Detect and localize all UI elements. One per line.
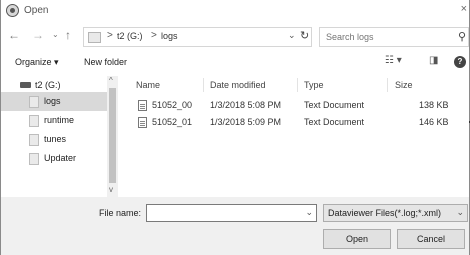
file-type-filter[interactable]: Dataviewer Files(*.log;*.xml) ⌄: [323, 204, 468, 222]
chevron-down-icon[interactable]: ⌄: [305, 207, 313, 218]
drive-icon: [20, 82, 31, 88]
tree-item-updater[interactable]: Updater: [1, 149, 107, 168]
tree-item-label: runtime: [44, 115, 75, 125]
nav-scrollbar[interactable]: ^ v: [107, 76, 118, 197]
help-icon[interactable]: ?: [454, 56, 466, 68]
file-type-filter-label: Dataviewer Files(*.log;*.xml): [328, 208, 442, 218]
column-divider[interactable]: [203, 78, 204, 92]
folder-icon: [29, 96, 39, 108]
tree-item-label: logs: [44, 96, 61, 106]
refresh-icon[interactable]: ↻: [300, 29, 309, 42]
window-title: Open: [24, 5, 49, 16]
text-document-icon: [138, 100, 147, 111]
breadcrumb-drive[interactable]: t2 (G:): [117, 31, 143, 41]
file-type: Text Document: [304, 117, 365, 127]
up-arrow-icon[interactable]: ↑: [65, 28, 71, 42]
breadcrumb-separator: >: [151, 30, 157, 41]
search-icon[interactable]: ⚲: [458, 30, 466, 43]
column-header-size[interactable]: Size: [395, 80, 413, 90]
app-icon: [6, 4, 19, 17]
folder-icon: [29, 134, 39, 146]
folder-icon: [29, 115, 39, 127]
file-size: 146 KB: [419, 117, 449, 127]
open-button[interactable]: Open: [323, 229, 391, 249]
file-modified: 1/3/2018 5:08 PM: [210, 100, 282, 110]
open-dialog: Open × ← → ⌄ ↑ > t2 (G:) > logs ⌄ ↻ ⚲ Or…: [0, 0, 470, 255]
tree-item-runtime[interactable]: runtime: [1, 111, 107, 130]
tree-item-label: Updater: [44, 153, 77, 163]
file-type: Text Document: [304, 100, 365, 110]
column-divider[interactable]: [387, 78, 388, 92]
breadcrumb-separator: >: [107, 30, 113, 41]
back-icon[interactable]: ←: [8, 28, 20, 42]
scroll-thumb[interactable]: [109, 88, 116, 183]
address-dropdown-icon[interactable]: ⌄: [288, 30, 296, 41]
chevron-down-icon[interactable]: ⌄: [456, 207, 464, 218]
tree-item-label: tunes: [44, 134, 67, 144]
tree-item-tunes[interactable]: tunes: [1, 130, 107, 149]
file-name-label: File name:: [99, 208, 142, 218]
file-name-input[interactable]: [149, 206, 299, 220]
scroll-down-icon[interactable]: v: [109, 185, 113, 194]
file-list: Name Date modified Type Size 51052_00 1/…: [119, 76, 469, 197]
folder-icon: [88, 32, 101, 43]
close-icon[interactable]: ×: [461, 3, 467, 15]
navigation-pane: t2 (G:) logs runtime tunes Updater ^ v: [1, 76, 119, 197]
cancel-button[interactable]: Cancel: [397, 229, 465, 249]
title-bar: Open ×: [1, 0, 469, 22]
file-name: 51052_00: [152, 100, 193, 110]
forward-icon[interactable]: →: [32, 28, 44, 42]
text-document-icon: [138, 117, 147, 128]
file-row[interactable]: 51052_00 1/3/2018 5:08 PM Text Document …: [119, 99, 469, 113]
file-size: 138 KB: [419, 100, 449, 110]
file-modified: 1/3/2018 5:09 PM: [210, 117, 282, 127]
search-input[interactable]: [326, 30, 444, 44]
address-row: ← → ⌄ ↑ > t2 (G:) > logs ⌄ ↻ ⚲: [1, 24, 469, 50]
preview-pane-icon[interactable]: ◨: [429, 55, 438, 66]
tree-item-label: t2 (G:): [35, 80, 61, 90]
view-options-icon[interactable]: ☷ ▾: [385, 55, 402, 66]
breadcrumb-logs[interactable]: logs: [161, 31, 178, 41]
column-divider[interactable]: [297, 78, 298, 92]
column-header-date[interactable]: Date modified: [210, 80, 266, 90]
search-box[interactable]: ⚲: [319, 27, 469, 47]
command-bar: Organize ▾ New folder ☷ ▾ ◨ ?: [1, 53, 469, 73]
column-header-name[interactable]: Name: [136, 80, 160, 90]
scroll-up-icon[interactable]: ^: [109, 76, 113, 85]
organize-button[interactable]: Organize ▾: [15, 57, 59, 68]
file-name-combobox[interactable]: ⌄: [146, 204, 317, 222]
tree-item-logs[interactable]: logs: [1, 92, 107, 111]
new-folder-button[interactable]: New folder: [84, 57, 127, 67]
footer-panel: File name: ⌄ Dataviewer Files(*.log;*.xm…: [1, 197, 469, 255]
file-name: 51052_01: [152, 117, 193, 127]
chevron-down-icon[interactable]: ⌄: [52, 30, 59, 39]
file-row[interactable]: 51052_01 1/3/2018 5:09 PM Text Document …: [119, 116, 469, 130]
folder-icon: [29, 153, 39, 165]
column-header-type[interactable]: Type: [304, 80, 324, 90]
address-bar[interactable]: > t2 (G:) > logs ⌄ ↻: [83, 27, 312, 47]
